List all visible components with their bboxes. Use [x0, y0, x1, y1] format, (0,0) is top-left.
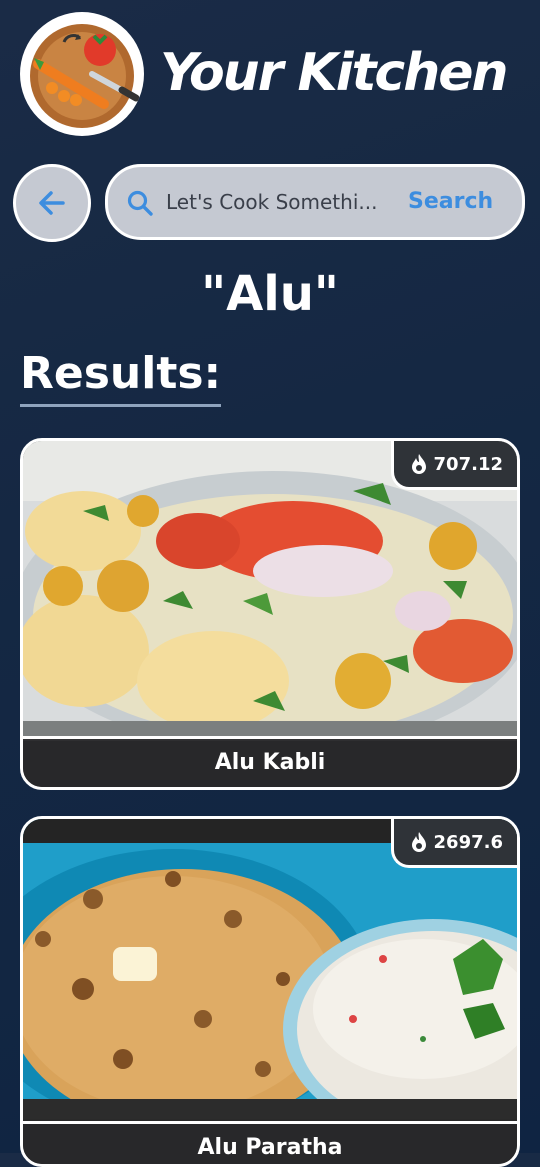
- search-input[interactable]: [166, 185, 402, 219]
- magnifier-icon: [127, 190, 153, 216]
- flame-icon: [411, 454, 426, 474]
- calorie-value: 707.12: [433, 453, 503, 475]
- back-button[interactable]: [13, 164, 91, 242]
- query-title: "Alu": [201, 266, 339, 322]
- results-heading: Results:: [20, 346, 222, 407]
- search-bar: Search: [105, 164, 525, 240]
- recipe-name: Alu Paratha: [23, 1121, 517, 1164]
- flame-icon: [411, 832, 426, 852]
- cutting-board-vegetables-icon: [20, 12, 144, 136]
- app-title: Your Kitchen: [160, 43, 509, 103]
- calorie-badge: 2697.6: [390, 819, 517, 868]
- app-header: Your Kitchen: [20, 12, 520, 136]
- recipe-card[interactable]: 2697.6 Alu Paratha: [20, 816, 520, 1167]
- recipe-name: Alu Kabli: [23, 736, 517, 787]
- search-button[interactable]: Search: [408, 185, 493, 219]
- recipe-card[interactable]: 707.12 Alu Kabli: [20, 438, 520, 790]
- calorie-badge: 707.12: [390, 441, 517, 490]
- arrow-left-icon: [39, 191, 65, 215]
- calorie-value: 2697.6: [433, 831, 503, 853]
